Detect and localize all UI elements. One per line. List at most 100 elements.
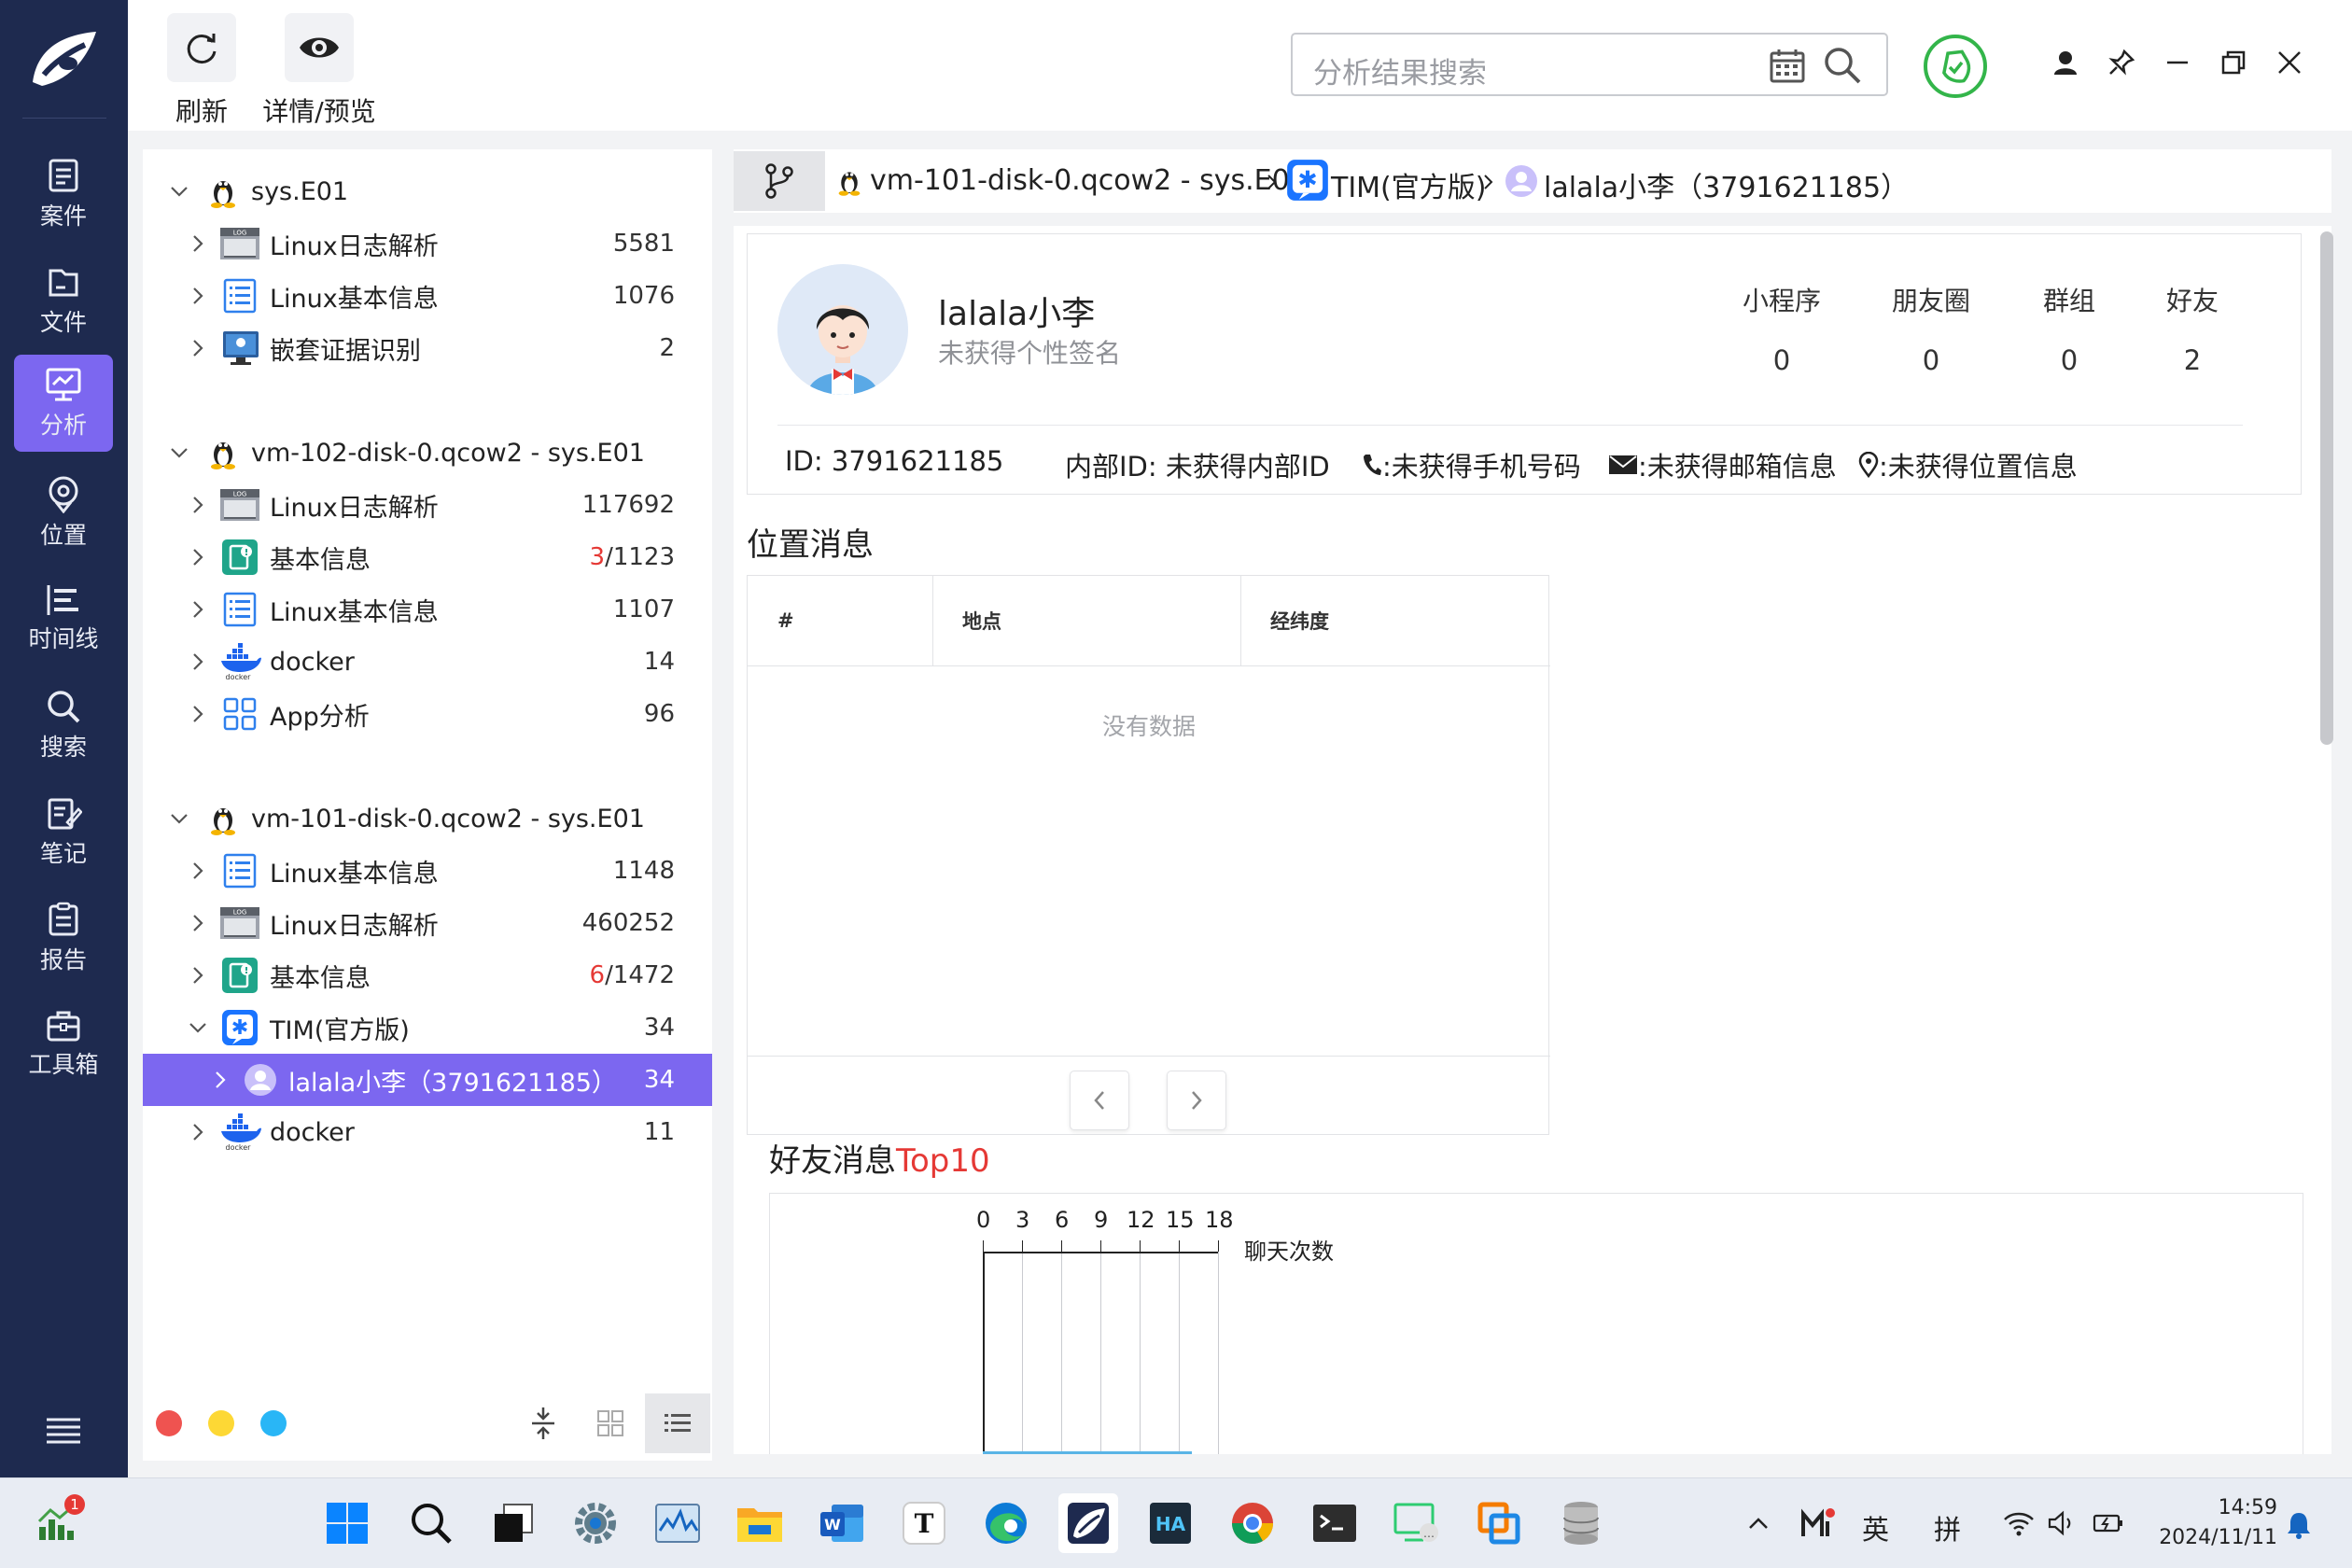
file-explorer-icon[interactable]: [732, 1495, 788, 1551]
chevron-right-icon[interactable]: [188, 704, 208, 724]
system-clock[interactable]: 14:59 2024/11/11: [2147, 1493, 2277, 1553]
close-icon[interactable]: [2275, 49, 2303, 77]
resource-monitor-icon[interactable]: [650, 1495, 706, 1551]
tree-item-account-selected[interactable]: lalala小李（3791621185） 34: [143, 1054, 712, 1106]
menu-icon[interactable]: [45, 1416, 82, 1444]
tree-item-linux-log[interactable]: LOG Linux日志解析 460252: [143, 897, 712, 949]
color-tag-yellow[interactable]: [208, 1410, 234, 1436]
restore-icon[interactable]: [2219, 49, 2247, 77]
chevron-right-icon[interactable]: [188, 286, 208, 306]
chevron-down-icon[interactable]: [169, 181, 189, 202]
typora-icon[interactable]: T: [896, 1495, 952, 1551]
stat-mini-programs[interactable]: 小程序 0: [1726, 281, 1838, 376]
remote-desktop-icon[interactable]: …: [1389, 1495, 1445, 1551]
ime-language[interactable]: 英: [1862, 1508, 1889, 1547]
breadcrumb-item[interactable]: vm-101-disk-0.qcow2 - sys.E01: [870, 164, 1308, 197]
collapse-button[interactable]: [511, 1393, 576, 1453]
nav-item-case[interactable]: 案件: [14, 146, 113, 243]
color-tag-red[interactable]: [156, 1410, 182, 1436]
list-view-button[interactable]: [645, 1393, 710, 1453]
tree-item-docker[interactable]: docker docker 14: [143, 636, 712, 688]
chevron-right-icon[interactable]: [188, 547, 208, 567]
chevron-right-icon[interactable]: [188, 233, 208, 254]
pin-icon[interactable]: [2107, 49, 2135, 77]
edge-browser-icon[interactable]: [978, 1495, 1034, 1551]
tree-item-linux-log[interactable]: LOG Linux日志解析 117692: [143, 479, 712, 531]
chevron-right-icon[interactable]: [210, 1070, 231, 1090]
forensic-app-taskbar-icon[interactable]: [1058, 1493, 1118, 1553]
vmware-icon[interactable]: [1471, 1495, 1527, 1551]
nav-item-analysis[interactable]: 分析: [14, 355, 113, 452]
grid-view-button[interactable]: [578, 1393, 643, 1453]
taskbar-notify-app-icon[interactable]: 1: [32, 1491, 88, 1547]
tree-item-docker[interactable]: docker docker 11: [143, 1106, 712, 1158]
tree-item-linux-basic[interactable]: Linux基本信息 1076: [143, 270, 712, 322]
notification-bell-icon[interactable]: [2285, 1510, 2313, 1540]
branch-button[interactable]: [734, 151, 825, 211]
ime-mode[interactable]: 拼: [1934, 1508, 1961, 1547]
column-header-place[interactable]: 地点: [932, 576, 1240, 665]
tree-group-sys-e01[interactable]: sys.E01: [143, 165, 712, 217]
nav-item-timeline[interactable]: 时间线: [14, 570, 113, 667]
chevron-down-icon[interactable]: [169, 442, 189, 463]
chevron-right-icon[interactable]: [188, 338, 208, 358]
chevron-right-icon[interactable]: [188, 1122, 208, 1142]
tree-group-vm-101[interactable]: vm-101-disk-0.qcow2 - sys.E01: [143, 792, 712, 845]
search-icon[interactable]: [1823, 46, 1862, 85]
prev-page-button[interactable]: [1070, 1071, 1129, 1130]
nav-item-report[interactable]: 报告: [14, 889, 113, 987]
tree-item-linux-basic[interactable]: Linux基本信息 1148: [143, 845, 712, 897]
stat-groups[interactable]: 群组 0: [2013, 281, 2125, 376]
color-tag-blue[interactable]: [260, 1410, 287, 1436]
chrome-icon[interactable]: [1225, 1495, 1281, 1551]
security-status-icon[interactable]: [1924, 35, 1987, 98]
volume-icon[interactable]: [2048, 1510, 2078, 1536]
chevron-right-icon[interactable]: [188, 965, 208, 986]
nav-item-location[interactable]: 位置: [14, 464, 113, 561]
nav-item-toolbox[interactable]: 工具箱: [14, 996, 113, 1093]
database-icon[interactable]: [1553, 1495, 1609, 1551]
taskbar-search-icon[interactable]: [403, 1495, 459, 1551]
ime-tray-icon[interactable]: [1799, 1506, 1837, 1540]
tree-group-vm-102[interactable]: vm-102-disk-0.qcow2 - sys.E01: [143, 427, 712, 479]
tray-overflow-icon[interactable]: [1747, 1516, 1770, 1531]
chevron-right-icon[interactable]: [188, 599, 208, 620]
settings-app-icon[interactable]: [567, 1495, 623, 1551]
wifi-icon[interactable]: [2003, 1510, 2035, 1536]
terminal-icon[interactable]: [1307, 1495, 1363, 1551]
chevron-down-icon[interactable]: [169, 808, 189, 829]
tree-item-basic-info[interactable]: 基本信息 6/1472: [143, 949, 712, 1001]
chevron-right-icon[interactable]: [188, 913, 208, 933]
vertical-scrollbar[interactable]: [2320, 231, 2333, 745]
tree-item-linux-log[interactable]: LOG Linux日志解析 5581: [143, 217, 712, 270]
stat-friends[interactable]: 好友 2: [2136, 281, 2248, 376]
ha-app-icon[interactable]: HA: [1142, 1495, 1198, 1551]
battery-icon[interactable]: [2093, 1512, 2124, 1534]
nav-item-file[interactable]: 文件: [14, 252, 113, 349]
nav-item-search[interactable]: 搜索: [14, 677, 113, 774]
chevron-right-icon[interactable]: [188, 651, 208, 672]
refresh-button[interactable]: 刷新: [136, 13, 267, 129]
tree-item-linux-basic[interactable]: Linux基本信息 1107: [143, 583, 712, 636]
stat-moments[interactable]: 朋友圈 0: [1875, 281, 1987, 376]
user-icon[interactable]: [2051, 49, 2079, 77]
breadcrumb-item[interactable]: TIM(官方版): [1331, 164, 1486, 205]
column-header-index[interactable]: #: [748, 576, 932, 665]
chevron-right-icon[interactable]: [188, 495, 208, 515]
next-page-button[interactable]: [1167, 1071, 1226, 1130]
minimize-icon[interactable]: [2163, 49, 2191, 77]
tree-item-basic-info[interactable]: 基本信息 3/1123: [143, 531, 712, 583]
result-search-input[interactable]: 分析结果搜索: [1291, 33, 1888, 96]
chevron-right-icon[interactable]: [188, 861, 208, 881]
tree-item-app-analysis[interactable]: App分析 96: [143, 688, 712, 740]
nav-item-note[interactable]: 笔记: [14, 783, 113, 880]
windows-start-icon[interactable]: [319, 1495, 375, 1551]
chevron-down-icon[interactable]: [188, 1017, 208, 1038]
tree-item-nested-evidence[interactable]: 嵌套证据识别 2: [143, 322, 712, 374]
calendar-icon[interactable]: [1769, 48, 1806, 85]
detail-preview-button[interactable]: 详情/预览: [254, 13, 385, 129]
task-view-icon[interactable]: [485, 1495, 541, 1551]
column-header-coordinates[interactable]: 经纬度: [1240, 576, 1548, 665]
word-icon[interactable]: W: [814, 1495, 870, 1551]
tree-item-tim[interactable]: TIM(官方版) 34: [143, 1001, 712, 1054]
